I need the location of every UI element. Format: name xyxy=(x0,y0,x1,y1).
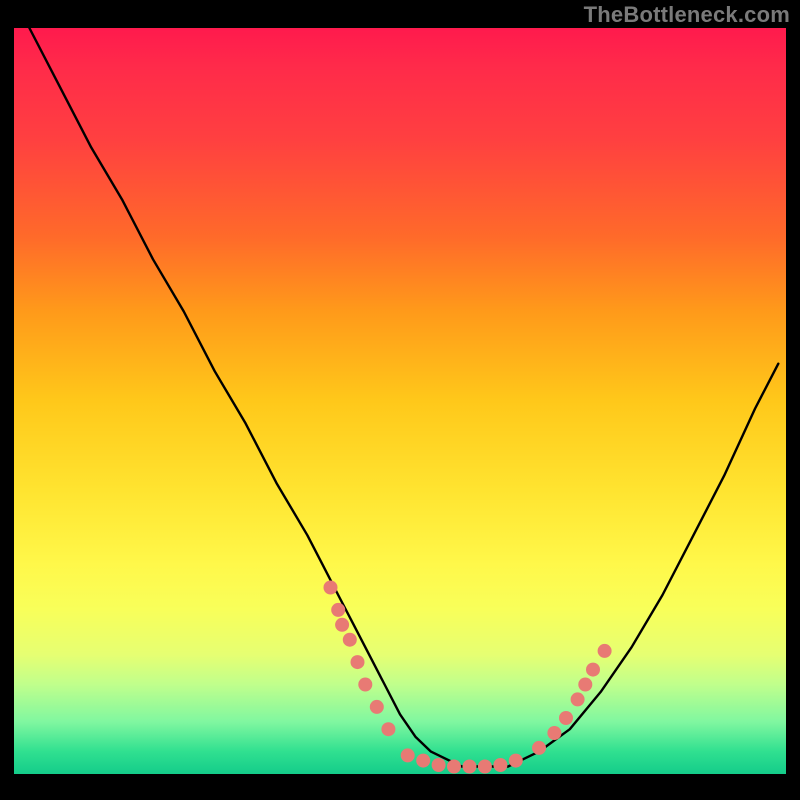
data-marker xyxy=(578,678,592,692)
data-marker xyxy=(509,754,523,768)
data-marker xyxy=(324,581,338,595)
y-axis-spine xyxy=(0,28,14,786)
watermark-label: TheBottleneck.com xyxy=(584,2,790,28)
data-marker xyxy=(335,618,349,632)
data-marker xyxy=(532,741,546,755)
curve-layer xyxy=(29,28,778,767)
data-marker xyxy=(381,722,395,736)
data-marker xyxy=(463,760,477,774)
data-marker xyxy=(370,700,384,714)
data-marker xyxy=(447,760,461,774)
data-marker xyxy=(547,726,561,740)
data-marker xyxy=(351,655,365,669)
data-marker xyxy=(478,760,492,774)
data-marker xyxy=(343,633,357,647)
marker-layer xyxy=(324,581,612,774)
data-marker xyxy=(432,758,446,772)
data-marker xyxy=(586,663,600,677)
data-marker xyxy=(358,678,372,692)
data-marker xyxy=(571,692,585,706)
data-marker xyxy=(493,758,507,772)
chart-svg xyxy=(14,28,786,774)
data-marker xyxy=(598,644,612,658)
bottleneck-curve xyxy=(29,28,778,767)
data-marker xyxy=(331,603,345,617)
data-marker xyxy=(401,748,415,762)
plot-area xyxy=(14,28,786,774)
data-marker xyxy=(559,711,573,725)
x-axis-spine xyxy=(14,774,786,786)
chart-frame: TheBottleneck.com xyxy=(0,0,800,800)
data-marker xyxy=(416,754,430,768)
